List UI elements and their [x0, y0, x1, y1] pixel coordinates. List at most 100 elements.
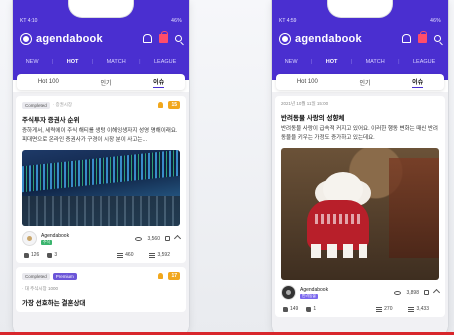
subtab-hot100[interactable]: Hot 100	[38, 79, 59, 85]
brand-name: agendabook	[295, 32, 362, 45]
tab-new[interactable]: NEW	[26, 59, 39, 65]
tab-hot[interactable]: HOT	[326, 59, 338, 65]
comment-icon[interactable]	[424, 290, 429, 295]
post-card[interactable]: Completed Premium 17 · 대 주식시장 1000 가장 선호…	[16, 267, 186, 312]
main-nav-tabs: NEW | HOT | MATCH | LEAGUE	[13, 47, 189, 65]
brand-row: agendabook	[272, 25, 448, 47]
brand-row: agendabook	[13, 25, 189, 47]
gift-icon[interactable]	[418, 31, 427, 43]
status-badge: Completed	[22, 272, 50, 280]
tab-hot[interactable]: HOT	[67, 59, 79, 65]
feed: Completed · 증권시장 15 주식투자 증권사 순위 증하게서, 세력…	[13, 92, 189, 335]
rank-badge: 17	[168, 272, 180, 280]
bell-icon[interactable]	[402, 34, 411, 43]
tab-league[interactable]: LEAGUE	[154, 59, 176, 65]
share-icon[interactable]	[434, 290, 439, 295]
action-right: 460 3,592	[117, 252, 178, 258]
image-detail	[307, 200, 369, 250]
like-group[interactable]: 149	[283, 306, 298, 312]
subtab-issue[interactable]: 이슈	[412, 77, 424, 88]
tab-separator: |	[91, 59, 94, 65]
sub-tabs: Hot 100 인기 이슈	[276, 74, 444, 90]
status-carrier-time: KT 4:10	[20, 18, 38, 24]
header-actions	[143, 31, 182, 43]
phone-notch	[68, 0, 134, 18]
tab-separator: |	[350, 59, 353, 65]
feed: 2021년 10월 11일 15:00 반려동물 사랑의 성향체 반려동물 사랑…	[272, 92, 448, 335]
post-image[interactable]	[281, 148, 439, 280]
dislike-group[interactable]: 1	[306, 306, 316, 312]
phone-left: KT 4:10 46% agendabook NEW | HOT | MATCH…	[12, 0, 190, 335]
post-category: · 대 주식시장 1000	[22, 286, 58, 291]
author-info: Agendabook 주식	[41, 233, 69, 245]
comments-icon	[376, 306, 383, 312]
tab-separator: |	[51, 59, 54, 65]
status-badge: Completed	[22, 101, 50, 109]
tab-league[interactable]: LEAGUE	[413, 59, 435, 65]
author-tag: 반려동물	[300, 293, 318, 299]
search-icon[interactable]	[434, 35, 441, 42]
post-category: · 증권시장	[52, 102, 73, 107]
bookmark-group[interactable]: 3,433	[408, 306, 429, 312]
subtab-popular[interactable]: 인기	[359, 78, 370, 87]
post-image[interactable]	[22, 150, 180, 226]
comment-icon[interactable]	[165, 236, 170, 241]
share-icon[interactable]	[175, 236, 180, 241]
search-icon[interactable]	[175, 35, 182, 42]
like-group[interactable]: 126	[24, 252, 39, 258]
comment-group[interactable]: 460	[117, 252, 133, 258]
logo-icon[interactable]	[279, 32, 291, 45]
post-card[interactable]: 2021년 10월 11일 15:00 반려동물 사랑의 성향체 반려동물 사랑…	[275, 96, 445, 317]
action-row: 149 1 270 3,433	[281, 306, 439, 312]
post-meta: Completed · 증권시장 15	[22, 101, 180, 109]
dislike-group[interactable]: 3	[47, 252, 57, 258]
tab-separator: |	[398, 59, 400, 65]
subtab-hot100[interactable]: Hot 100	[297, 79, 318, 85]
bookmark-group[interactable]: 3,592	[149, 252, 170, 258]
status-bar: KT 4:10 46%	[13, 17, 189, 25]
post-card[interactable]: Completed · 증권시장 15 주식투자 증권사 순위 증하게서, 세력…	[16, 96, 186, 263]
bookmark-icon	[149, 252, 156, 258]
logo-icon[interactable]	[20, 32, 32, 45]
author-row: Agendabook 반려동물 3,898	[281, 285, 439, 300]
screenshot-canvas: KT 4:10 46% agendabook NEW | HOT | MATCH…	[0, 0, 454, 335]
eye-icon	[394, 290, 402, 295]
tab-match[interactable]: MATCH	[366, 59, 385, 65]
post-title[interactable]: 반려동물 사랑의 성향체	[281, 112, 439, 122]
comment-count: 270	[384, 306, 393, 312]
bell-icon[interactable]	[143, 34, 152, 43]
status-bar: KT 4:59 46%	[272, 17, 448, 25]
phone-notch	[327, 0, 393, 18]
status-battery: 46%	[430, 18, 441, 24]
thumbs-down-icon	[47, 252, 53, 258]
post-title[interactable]: 가장 선호하는 결혼상대	[22, 297, 180, 307]
avatar[interactable]	[22, 231, 37, 246]
bulb-icon	[158, 102, 164, 108]
thumbs-up-icon	[283, 306, 288, 312]
main-nav-tabs: NEW | HOT | MATCH | LEAGUE	[272, 47, 448, 65]
like-count: 126	[31, 252, 40, 258]
bookmark-count: 3,592	[157, 252, 170, 258]
author-name[interactable]: Agendabook	[41, 233, 69, 239]
comment-count: 460	[125, 252, 134, 258]
tab-new[interactable]: NEW	[285, 59, 298, 65]
post-title[interactable]: 주식투자 증권사 순위	[22, 114, 180, 124]
thumbs-up-icon	[24, 252, 29, 258]
image-detail	[311, 244, 367, 258]
tab-match[interactable]: MATCH	[107, 59, 126, 65]
avatar[interactable]	[281, 285, 296, 300]
author-stats: 3,898	[394, 290, 439, 296]
subtab-popular[interactable]: 인기	[100, 78, 111, 87]
post-date: 2021년 10월 11일 15:00	[281, 101, 329, 106]
post-meta: Completed Premium 17	[22, 272, 180, 280]
bulb-icon	[158, 273, 164, 279]
comments-icon	[117, 252, 124, 258]
post-body: 반려동물 사랑이 급속적 커지고 있어요. 이러한 행동 변화는 때신 반려동물…	[281, 126, 438, 141]
status-battery: 46%	[171, 18, 182, 24]
comment-group[interactable]: 270	[376, 306, 392, 312]
brand-name: agendabook	[36, 32, 103, 45]
subtab-issue[interactable]: 이슈	[153, 77, 165, 88]
author-name[interactable]: Agendabook	[300, 287, 328, 293]
gift-icon[interactable]	[159, 31, 168, 43]
header-actions	[402, 31, 441, 43]
